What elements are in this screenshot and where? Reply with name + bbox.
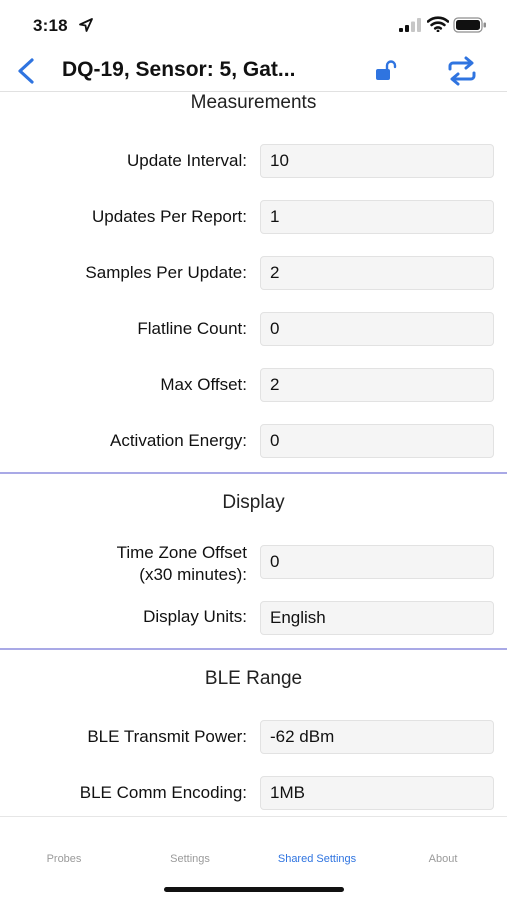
label-updates-per-report: Updates Per Report: — [92, 207, 247, 226]
samples-per-update-field[interactable]: 2 — [260, 256, 494, 290]
sync-arrows-icon[interactable] — [446, 56, 478, 86]
label-time-zone-offset-line1: Time Zone Offset — [116, 543, 247, 562]
tab-settings[interactable]: Settings — [140, 853, 240, 865]
updates-per-report-field[interactable]: 1 — [260, 200, 494, 234]
tab-about[interactable]: About — [393, 853, 493, 865]
label-time-zone-offset-line2: (x30 minutes): — [139, 565, 247, 584]
label-display-units: Display Units: — [143, 607, 247, 626]
label-update-interval: Update Interval: — [126, 151, 247, 170]
label-time-zone-offset: Time Zone Offset (x30 minutes): — [117, 542, 247, 586]
section-divider — [0, 472, 507, 474]
display-units-field[interactable]: English — [260, 601, 494, 635]
ble-transmit-power-field[interactable]: -62 dBm — [260, 720, 494, 754]
navigation-bar: DQ-19, Sensor: 5, Gat... — [0, 50, 507, 92]
page-title: DQ-19, Sensor: 5, Gat... — [62, 58, 296, 81]
label-activation-energy: Activation Energy: — [109, 431, 247, 450]
unlocked-padlock-icon[interactable] — [374, 59, 398, 83]
status-time: 3:18 — [33, 16, 68, 35]
label-max-offset: Max Offset: — [160, 375, 247, 394]
cellular-signal-icon — [399, 18, 421, 32]
label-ble-transmit-power: BLE Transmit Power: — [87, 727, 247, 746]
tab-bar: Probes Settings Shared Settings About — [0, 816, 507, 900]
label-ble-comm-encoding: BLE Comm Encoding: — [79, 783, 247, 802]
section-title-ble-range: BLE Range — [204, 668, 303, 689]
wifi-icon — [427, 16, 449, 32]
update-interval-field[interactable]: 10 — [260, 144, 494, 178]
ble-comm-encoding-field[interactable]: 1MB — [260, 776, 494, 810]
section-title-measurements: Measurements — [190, 92, 317, 113]
label-flatline-count: Flatline Count: — [137, 319, 247, 338]
tab-shared-settings[interactable]: Shared Settings — [267, 853, 367, 865]
section-title-display: Display — [222, 492, 285, 513]
label-samples-per-update: Samples Per Update: — [85, 263, 247, 282]
back-button[interactable] — [12, 54, 42, 88]
status-bar: 3:18 — [0, 0, 507, 50]
section-divider — [0, 648, 507, 650]
battery-icon — [453, 17, 486, 33]
chevron-left-icon — [18, 58, 34, 84]
tab-probes[interactable]: Probes — [14, 853, 114, 865]
settings-content[interactable]: Measurements Update Interval: 10 Updates… — [0, 92, 507, 816]
home-indicator[interactable] — [164, 887, 344, 892]
time-zone-offset-field[interactable]: 0 — [260, 545, 494, 579]
location-arrow-icon — [79, 18, 93, 32]
activation-energy-field[interactable]: 0 — [260, 424, 494, 458]
max-offset-field[interactable]: 2 — [260, 368, 494, 402]
flatline-count-field[interactable]: 0 — [260, 312, 494, 346]
